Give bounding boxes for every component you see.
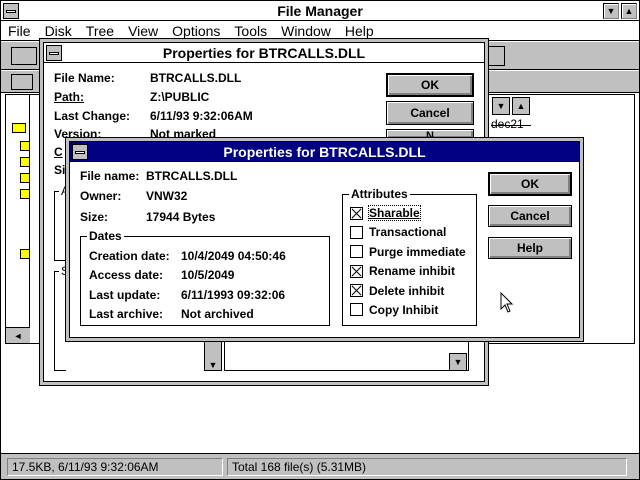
- size-label: Size:: [80, 210, 109, 224]
- file-name-label: File name:: [80, 169, 140, 183]
- menu-tree[interactable]: Tree: [79, 23, 121, 39]
- back-file-name-label: File Name:: [54, 71, 115, 85]
- scroll-down-arrow-icon[interactable]: ▼: [449, 353, 467, 371]
- status-selection: 17.5KB, 6/11/93 9:32:06AM: [7, 457, 223, 476]
- access-date-value: 10/5/2049: [181, 268, 235, 282]
- size-value: 17944 Bytes: [146, 210, 216, 224]
- attributes-group: Attributes Sharable Transactional Purge …: [342, 187, 477, 326]
- delete-inhibit-label[interactable]: Delete inhibit: [369, 284, 444, 298]
- menu-file[interactable]: File: [1, 23, 38, 39]
- back-last-change-value: 6/11/93 9:32:06AM: [150, 109, 253, 123]
- access-date-label: Access date:: [89, 268, 164, 282]
- back-ok-button[interactable]: OK: [386, 73, 474, 97]
- menu-disk[interactable]: Disk: [38, 23, 79, 39]
- menu-tools[interactable]: Tools: [227, 23, 274, 39]
- main-title: File Manager: [277, 2, 363, 19]
- transactional-checkbox[interactable]: [350, 226, 363, 239]
- folder-icon[interactable]: [12, 123, 26, 133]
- creation-date-label: Creation date:: [89, 249, 170, 263]
- copy-inhibit-label[interactable]: Copy Inhibit: [369, 303, 438, 317]
- back-cancel-button[interactable]: Cancel: [386, 101, 474, 125]
- folder-icon[interactable]: [20, 249, 30, 259]
- back-file-name-value: BTRCALLS.DLL: [150, 71, 242, 85]
- system-menu-icon[interactable]: [46, 45, 62, 61]
- owner-label: Owner:: [80, 189, 122, 203]
- drive-icon[interactable]: [11, 47, 37, 65]
- back-last-change-label: Last Change:: [54, 109, 131, 123]
- maximize-arrow-icon[interactable]: ▲: [621, 3, 637, 19]
- main-title-bar[interactable]: File Manager ▼ ▲: [1, 1, 639, 21]
- mouse-cursor-icon: [500, 292, 514, 313]
- divider: [491, 125, 531, 135]
- purge-immediate-label[interactable]: Purge immediate: [369, 245, 466, 259]
- back-path-value: Z:\PUBLIC: [150, 90, 210, 104]
- menu-view[interactable]: View: [121, 23, 165, 39]
- help-button[interactable]: Help: [488, 237, 572, 259]
- back-partial-label-si: Si: [54, 163, 66, 177]
- back-partial-button[interactable]: N: [386, 129, 474, 139]
- rename-inhibit-checkbox[interactable]: [350, 265, 363, 278]
- back-version-label: Version:: [54, 127, 102, 141]
- menu-bar: File Disk Tree View Options Tools Window…: [1, 21, 639, 41]
- back-group-a: A: [54, 184, 72, 261]
- back-group-s: S: [54, 264, 72, 371]
- menu-help[interactable]: Help: [338, 23, 381, 39]
- ok-button[interactable]: OK: [488, 172, 572, 196]
- folder-icon[interactable]: [20, 157, 30, 167]
- toolbar-button[interactable]: [487, 46, 505, 66]
- minimize-arrow-icon[interactable]: ▼: [603, 3, 619, 19]
- last-archive-value: Not archived: [181, 307, 254, 321]
- rename-inhibit-label[interactable]: Rename inhibit: [369, 264, 455, 278]
- creation-date-value: 10/4/2049 04:50:46: [181, 249, 286, 263]
- status-total: Total 168 file(s) (5.31MB): [227, 457, 627, 476]
- file-name-value: BTRCALLS.DLL: [146, 169, 238, 183]
- folder-icon[interactable]: [20, 173, 30, 183]
- cancel-button[interactable]: Cancel: [488, 205, 572, 227]
- network-drive-icon[interactable]: [11, 74, 33, 90]
- scroll-down-arrow-icon[interactable]: ▼: [204, 341, 222, 371]
- system-menu-icon[interactable]: [72, 144, 88, 160]
- last-archive-label: Last archive:: [89, 307, 164, 321]
- folder-icon[interactable]: [20, 189, 30, 199]
- back-dialog-title: Properties for BTRCALLS.DLL: [162, 44, 366, 61]
- front-dialog-title: Properties for BTRCALLS.DLL: [223, 143, 426, 160]
- scroll-left-arrow-icon[interactable]: ◄: [6, 327, 30, 343]
- back-partial-label-c: C: [54, 145, 63, 159]
- sharable-checkbox[interactable]: [350, 207, 363, 220]
- last-update-value: 6/11/1993 09:32:06: [181, 288, 286, 302]
- scroll-down-arrow-icon[interactable]: ▼: [492, 97, 510, 115]
- scroll-up-arrow-icon[interactable]: ▲: [512, 97, 530, 115]
- folder-icon[interactable]: [20, 141, 30, 151]
- status-bar: 17.5KB, 6/11/93 9:32:06AM Total 168 file…: [1, 453, 639, 479]
- dates-group: Dates Creation date: 10/4/2049 04:50:46 …: [80, 229, 330, 326]
- sharable-label[interactable]: Sharable: [368, 205, 421, 221]
- front-dialog-title-bar[interactable]: Properties for BTRCALLS.DLL: [70, 142, 579, 162]
- menu-options[interactable]: Options: [165, 23, 227, 39]
- last-update-label: Last update:: [89, 288, 161, 302]
- tree-pane: [6, 95, 30, 327]
- delete-inhibit-checkbox[interactable]: [350, 284, 363, 297]
- back-version-value: Not marked: [150, 127, 217, 141]
- menu-window[interactable]: Window: [274, 23, 338, 39]
- purge-immediate-checkbox[interactable]: [350, 245, 363, 258]
- back-dialog-title-bar[interactable]: Properties for BTRCALLS.DLL: [44, 43, 484, 63]
- transactional-label[interactable]: Transactional: [369, 225, 446, 239]
- attributes-group-label: Attributes: [349, 187, 410, 201]
- dates-group-label: Dates: [87, 229, 124, 243]
- back-list-box[interactable]: [224, 341, 469, 371]
- back-path-label: Path:: [54, 90, 84, 104]
- owner-value: VNW32: [146, 189, 188, 203]
- system-menu-icon[interactable]: [3, 3, 19, 19]
- copy-inhibit-checkbox[interactable]: [350, 303, 363, 316]
